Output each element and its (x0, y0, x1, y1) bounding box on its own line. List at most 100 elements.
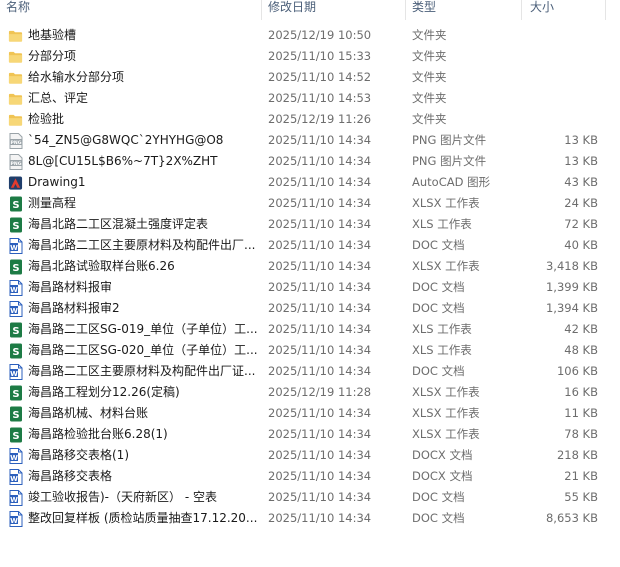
file-modified-date: 2025/11/10 14:34 (268, 259, 372, 273)
file-size: 106 KB (556, 364, 598, 378)
file-row[interactable]: S 海昌北路试验取样台账6.26 2025/11/10 14:34 XLSX 工作表 3… (0, 256, 620, 277)
file-type: DOCX 文档 (412, 469, 473, 483)
file-name: 海昌路二工区SG-020_单位（子单位）工... (28, 343, 258, 357)
file-modified-date: 2025/11/10 14:34 (268, 301, 372, 315)
file-name: 给水输水分部分项 (28, 70, 125, 84)
file-row[interactable]: S 测量高程 2025/11/10 14:34 XLSX 工作表 24 KB (0, 193, 620, 214)
file-modified-date: 2025/11/10 14:34 (268, 238, 372, 252)
file-type: 文件夹 (412, 91, 447, 105)
file-row[interactable]: W 海昌路移交表格 2025/11/10 14:34 DOCX 文档 21 KB (0, 466, 620, 487)
file-size: 8,653 KB (545, 511, 598, 525)
file-name: 海昌路二工区SG-019_单位（子单位）工... (28, 322, 258, 336)
folder-row[interactable]: 地基验槽 2025/12/19 10:50 文件夹 (0, 25, 620, 46)
file-row[interactable]: W 竣工验收报告)-（天府新区） - 空表 2025/11/10 14:34 DOC … (0, 487, 620, 508)
file-row[interactable]: S 海昌路二工区SG-020_单位（子单位）工... 2025/11/10 14:3… (0, 340, 620, 361)
svg-text:W: W (10, 243, 18, 251)
excel-icon: S (8, 258, 23, 275)
folder-row[interactable]: 给水输水分部分项 2025/11/10 14:52 文件夹 (0, 67, 620, 88)
svg-text:W: W (10, 495, 18, 503)
excel-icon: S (8, 195, 23, 212)
file-size: 1,394 KB (545, 301, 598, 315)
column-divider[interactable] (521, 0, 522, 20)
file-type: PNG 图片文件 (412, 154, 487, 168)
folder-row[interactable]: 汇总、评定 2025/11/10 14:53 文件夹 (0, 88, 620, 109)
file-size: 55 KB (564, 490, 598, 504)
folder-icon (8, 90, 23, 107)
png-icon: PNG (8, 132, 23, 149)
file-type: DOC 文档 (412, 238, 465, 252)
file-row[interactable]: W 海昌北路二工区主要原材料及构配件出厂... 2025/11/10 14:34 DO… (0, 235, 620, 256)
file-row[interactable]: S 海昌路检验批台账6.28(1) 2025/11/10 14:34 XLSX 工作表… (0, 424, 620, 445)
word-icon: W (8, 468, 23, 485)
file-modified-date: 2025/11/10 14:34 (268, 322, 372, 336)
column-header-modified[interactable]: 修改日期 (262, 0, 404, 20)
file-name: 海昌路移交表格 (28, 469, 113, 483)
file-row[interactable]: S 海昌路二工区SG-019_单位（子单位）工... 2025/11/10 14:3… (0, 319, 620, 340)
file-row[interactable]: S 海昌路机械、材料台账 2025/11/10 14:34 XLSX 工作表 11 KB (0, 403, 620, 424)
file-row[interactable]: PNG `54_ZN5@G8WQC`2YHYHG@O8 2025/11/10 14:… (0, 130, 620, 151)
file-modified-date: 2025/11/10 14:34 (268, 511, 372, 525)
file-type: XLSX 工作表 (412, 406, 480, 420)
file-row[interactable]: W 海昌路材料报审2 2025/11/10 14:34 DOC 文档 1,394 KB (0, 298, 620, 319)
svg-text:S: S (12, 410, 19, 421)
file-name: 竣工验收报告)-（天府新区） - 空表 (28, 490, 217, 504)
column-divider[interactable] (605, 0, 606, 20)
file-size (520, 88, 598, 109)
file-modified-date: 2025/11/10 14:34 (268, 280, 372, 294)
file-modified-date: 2025/12/19 10:50 (268, 28, 372, 42)
file-size: 72 KB (564, 217, 598, 231)
file-size: 48 KB (564, 343, 598, 357)
file-type: XLSX 工作表 (412, 196, 480, 210)
file-row[interactable]: W 海昌路材料报审 2025/11/10 14:34 DOC 文档 1,399 KB (0, 277, 620, 298)
folder-row[interactable]: 分部分项 2025/11/10 15:33 文件夹 (0, 46, 620, 67)
folder-row[interactable]: 检验批 2025/12/19 11:26 文件夹 (0, 109, 620, 130)
file-row[interactable]: Drawing1 2025/11/10 14:34 AutoCAD 图形 43 KB (0, 172, 620, 193)
file-name: `54_ZN5@G8WQC`2YHYHG@O8 (28, 133, 224, 147)
file-type: DOC 文档 (412, 280, 465, 294)
file-row[interactable]: S 海昌路工程划分12.26(定稿) 2025/12/19 11:28 XLSX 工作… (0, 382, 620, 403)
folder-icon (8, 111, 23, 128)
file-modified-date: 2025/11/10 14:34 (268, 154, 372, 168)
file-type: XLSX 工作表 (412, 427, 480, 441)
autocad-icon (8, 174, 23, 191)
svg-text:S: S (12, 326, 19, 337)
file-name: 8L@[CU15L$B6%~7T}2X%ZHT (28, 154, 218, 168)
file-name: 整改回复样板 (质检站质量抽查17.12.20... (28, 511, 258, 525)
svg-text:PNG: PNG (10, 139, 21, 145)
file-type: DOC 文档 (412, 490, 465, 504)
file-type: XLS 工作表 (412, 217, 472, 231)
svg-text:S: S (12, 431, 19, 442)
excel-icon: S (8, 384, 23, 401)
file-size: 11 KB (564, 406, 598, 420)
file-size: 43 KB (564, 175, 598, 189)
file-modified-date: 2025/11/10 14:34 (268, 427, 372, 441)
file-modified-date: 2025/11/10 14:34 (268, 343, 372, 357)
svg-text:W: W (10, 285, 18, 293)
file-name: 海昌路材料报审 (28, 280, 113, 294)
file-size: 218 KB (556, 448, 598, 462)
word-icon: W (8, 447, 23, 464)
file-name: 海昌路材料报审2 (28, 301, 120, 315)
file-row[interactable]: W 海昌路移交表格(1) 2025/11/10 14:34 DOCX 文档 218 KB (0, 445, 620, 466)
file-type: 文件夹 (412, 28, 447, 42)
file-name: 分部分项 (28, 49, 77, 63)
file-row[interactable]: W 海昌路二工区主要原材料及构配件出厂证... 2025/11/10 14:34 DO… (0, 361, 620, 382)
file-size: 40 KB (564, 238, 598, 252)
file-row[interactable]: PNG 8L@[CU15L$B6%~7T}2X%ZHT 2025/11/10 14:… (0, 151, 620, 172)
file-type: XLSX 工作表 (412, 259, 480, 273)
file-name: 测量高程 (28, 196, 77, 210)
file-type: XLS 工作表 (412, 322, 472, 336)
file-row[interactable]: W 整改回复样板 (质检站质量抽查17.12.20... 2025/11/10 14… (0, 508, 620, 529)
file-name: 海昌路二工区主要原材料及构配件出厂证... (28, 364, 256, 378)
word-icon: W (8, 489, 23, 506)
file-size (520, 25, 598, 46)
file-size: 21 KB (564, 469, 598, 483)
column-header-type[interactable]: 类型 (406, 0, 520, 20)
svg-text:S: S (12, 263, 19, 274)
file-modified-date: 2025/11/10 15:33 (268, 49, 372, 63)
file-row[interactable]: S 海昌北路二工区混凝土强度评定表 2025/11/10 14:34 XLS 工作表 7… (0, 214, 620, 235)
folder-icon (8, 69, 23, 86)
column-header-name[interactable]: 名称 (0, 0, 260, 20)
column-header-size[interactable]: 大小 (524, 0, 604, 20)
folder-icon (8, 48, 23, 65)
